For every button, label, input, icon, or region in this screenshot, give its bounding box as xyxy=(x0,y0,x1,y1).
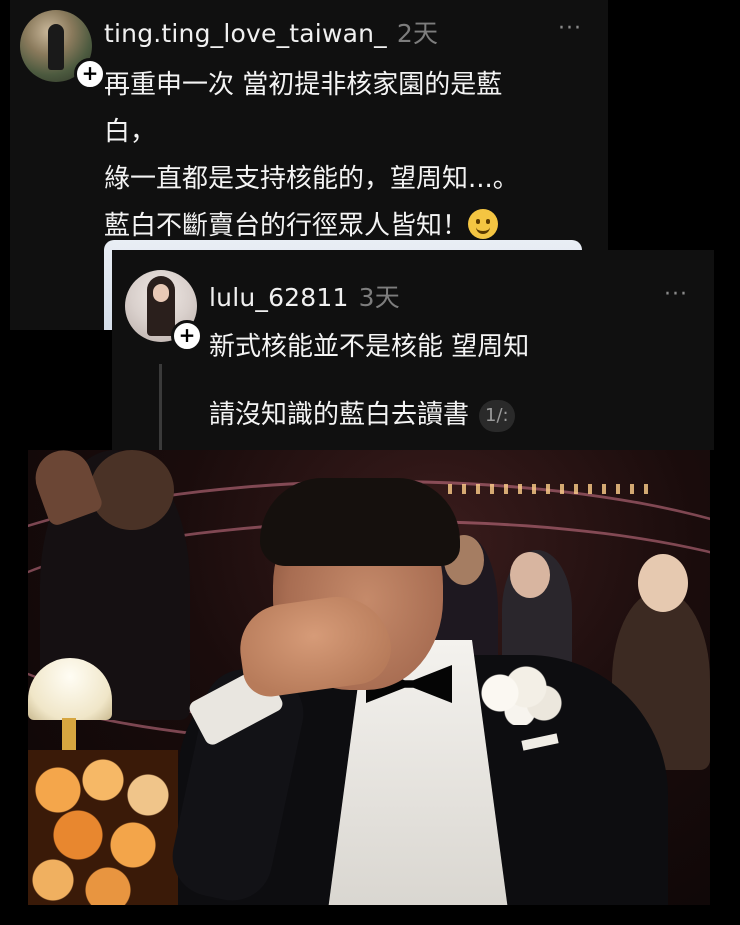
smiling-face-icon xyxy=(468,209,499,239)
man-covering-face-photo[interactable] xyxy=(28,450,710,905)
post1-username[interactable]: ting.ting_love_taiwan_ xyxy=(104,19,387,48)
post1-line: 白， xyxy=(104,117,157,147)
avatar-face xyxy=(153,284,169,302)
bg-person-left-head xyxy=(90,450,174,530)
man-hair xyxy=(260,478,460,566)
flower-arrangement xyxy=(28,750,178,905)
follow-plus-icon[interactable]: + xyxy=(74,58,106,90)
post2-line-1: 新式核能並不是核能 望周知 xyxy=(209,332,530,362)
post1-line: 綠一直都是支持核能的，望周知...。 xyxy=(104,164,519,194)
post1-line: 再重申一次 當初提非核家園的是藍 xyxy=(104,70,503,100)
post-card-2: + lulu_62811 3天 ··· 新式核能並不是核能 望周知 請沒知識的藍白… xyxy=(112,250,714,450)
post2-line-2-wrapper: 請沒知識的藍白去讀書 1/: xyxy=(209,394,515,432)
thread-line xyxy=(159,364,162,450)
more-options-icon[interactable]: ··· xyxy=(664,282,688,307)
bg-person-head xyxy=(510,552,550,598)
post2-line-2: 請沒知識的藍白去讀書 xyxy=(209,400,470,430)
post1-line: 藍白不斷賣台的行徑眾人皆知！ xyxy=(104,211,469,241)
post2-header: lulu_62811 3天 xyxy=(209,278,400,314)
post1-body: 再重申一次 當初提非核家園的是藍 白， 綠一直都是支持核能的，望周知...。 藍… xyxy=(104,62,574,250)
bg-person-right-head xyxy=(638,554,688,612)
media-pager-badge[interactable]: 1/: xyxy=(479,400,515,432)
post1-header: ting.ting_love_taiwan_ 2天 xyxy=(104,14,438,50)
follow-plus-icon[interactable]: + xyxy=(171,320,203,352)
more-options-icon[interactable]: ··· xyxy=(558,16,582,41)
stage-lights xyxy=(448,484,648,494)
white-boutonniere xyxy=(480,665,562,725)
post2-username[interactable]: lulu_62811 xyxy=(209,283,349,312)
post2-time: 3天 xyxy=(358,283,400,312)
avatar-figure xyxy=(48,24,64,70)
post1-time: 2天 xyxy=(396,19,439,48)
